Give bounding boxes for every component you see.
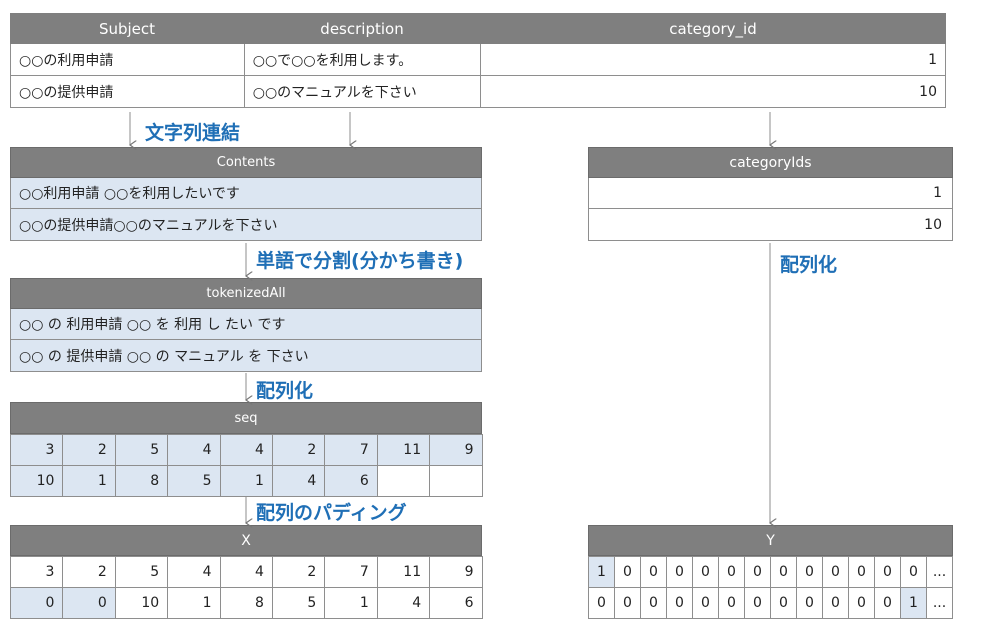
flow-arrows: [0, 112, 981, 637]
